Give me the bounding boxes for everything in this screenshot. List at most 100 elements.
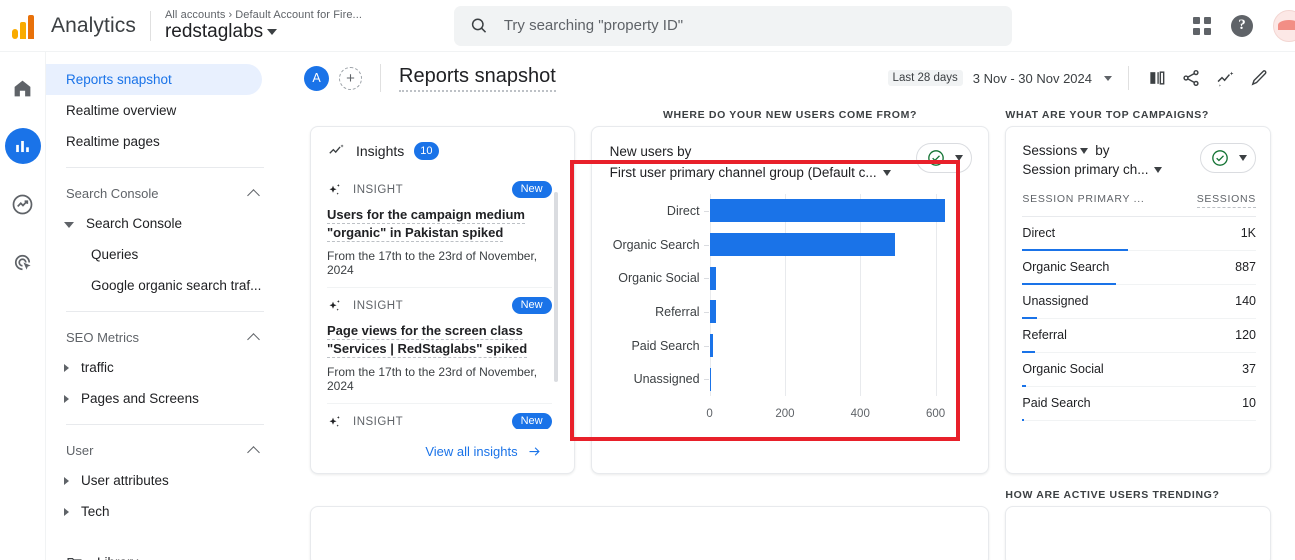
- sidebar-item-search-console[interactable]: Search Console: [46, 208, 286, 239]
- sidebar-item-library[interactable]: Library: [46, 545, 286, 560]
- help-circle-icon[interactable]: ?: [1231, 15, 1253, 37]
- header-actions: ?: [1193, 10, 1295, 42]
- sidebar-group-seo-metrics[interactable]: SEO Metrics: [46, 322, 286, 352]
- chart-bar-row[interactable]: Direct: [710, 199, 955, 222]
- cards-row: Insights 10: [310, 126, 1271, 474]
- dimension-selector[interactable]: First user primary channel group (Defaul…: [610, 165, 891, 180]
- chart-bar-row[interactable]: Paid Search: [710, 334, 955, 357]
- green-check-circle-icon: [1210, 148, 1230, 168]
- report-avatar[interactable]: A: [304, 66, 329, 91]
- list-item[interactable]: INSIGHT New Page views for the screen cl…: [327, 288, 552, 404]
- chart-bar-row[interactable]: Organic Search: [710, 233, 955, 256]
- table-row[interactable]: Direct 1K: [1022, 217, 1256, 251]
- breadcrumb-root[interactable]: All accounts: [165, 9, 226, 21]
- list-item[interactable]: INSIGHT New Users for the campaign mediu…: [327, 172, 552, 288]
- sidebar-item-realtime-overview[interactable]: Realtime overview: [46, 95, 262, 126]
- status-badge: New: [512, 413, 552, 429]
- table-cell-dimension: Organic Search: [1022, 260, 1109, 274]
- sidebar-item-realtime-pages[interactable]: Realtime pages: [46, 126, 262, 157]
- section-label-top-campaigns: WHAT ARE YOUR TOP CAMPAIGNS?: [1005, 104, 1271, 126]
- sidebar-item-pages-and-screens[interactable]: Pages and Screens: [46, 383, 286, 414]
- apps-grid-icon[interactable]: [1193, 17, 1211, 35]
- chevron-down-icon: [1239, 155, 1247, 161]
- chart-bar-row[interactable]: Organic Social: [710, 267, 955, 290]
- global-search[interactable]: [454, 6, 1012, 46]
- comparison-button[interactable]: [1145, 66, 1169, 90]
- data-quality-chip[interactable]: [916, 143, 972, 173]
- table-row[interactable]: Paid Search 10: [1022, 387, 1256, 421]
- chart-bar[interactable]: [710, 300, 717, 323]
- rail-item-explore[interactable]: [5, 186, 41, 222]
- account-selector[interactable]: All accounts›Default Account for Fire...…: [165, 9, 362, 43]
- column-header-metric[interactable]: SESSIONS: [1197, 193, 1256, 208]
- share-button[interactable]: [1179, 66, 1203, 90]
- folder-icon: [66, 554, 83, 560]
- rail-item-reports[interactable]: [5, 128, 41, 164]
- sidebar-item-tech[interactable]: Tech: [46, 496, 286, 527]
- insights-card-footer: View all insights: [327, 429, 558, 473]
- table-row-content: Organic Search887: [1022, 260, 1256, 274]
- table-cell-metric: 10: [1242, 396, 1256, 410]
- insights-scrollbar[interactable]: [554, 192, 558, 382]
- new-users-bar-card: New users by First user primary channel …: [591, 126, 990, 474]
- sidebar-item-queries[interactable]: Queries: [46, 239, 286, 270]
- table-row[interactable]: Unassigned140: [1022, 285, 1256, 319]
- table-cell-metric: 1K: [1241, 226, 1256, 240]
- table-card-titles: Sessions by Session primary ch...: [1022, 143, 1162, 177]
- search-input[interactable]: [504, 17, 996, 34]
- edit-button[interactable]: [1247, 66, 1271, 90]
- axis-tick: [704, 245, 709, 246]
- sidebar-item-traffic[interactable]: traffic: [46, 352, 286, 383]
- sidebar-item-reports-snapshot[interactable]: Reports snapshot: [46, 64, 262, 95]
- table-cell-dimension: Paid Search: [1022, 396, 1090, 410]
- metric-label: Sessions: [1022, 143, 1077, 158]
- table-row[interactable]: Organic Social37: [1022, 353, 1256, 387]
- chart-bar[interactable]: [710, 368, 711, 391]
- insights-list[interactable]: INSIGHT New Users for the campaign mediu…: [327, 172, 558, 429]
- metric-selector[interactable]: New users by: [610, 144, 692, 161]
- insights-icon: [1215, 68, 1236, 89]
- user-avatar[interactable]: [1273, 10, 1295, 42]
- breadcrumb-account[interactable]: Default Account for Fire...: [235, 9, 362, 21]
- table-row[interactable]: Organic Search887: [1022, 251, 1256, 285]
- rail-item-advertising[interactable]: [5, 244, 41, 280]
- section-label-empty: [310, 104, 575, 126]
- insight-headline[interactable]: Users for the campaign medium "organic" …: [327, 207, 525, 242]
- x-axis-tick-label: 600: [926, 408, 945, 420]
- table-column-headers: SESSION PRIMARY ... SESSIONS: [1022, 193, 1256, 208]
- add-comparison-button[interactable]: +: [339, 67, 362, 90]
- data-quality-chip[interactable]: [1200, 143, 1256, 173]
- chevron-up-icon: [247, 446, 260, 459]
- sidebar-item-user-attributes[interactable]: User attributes: [46, 465, 286, 496]
- chart-bar[interactable]: [710, 199, 945, 222]
- chart-bar[interactable]: [710, 334, 713, 357]
- table-row-content: Paid Search 10: [1022, 396, 1256, 410]
- metric-selector[interactable]: Sessions by: [1022, 143, 1162, 158]
- table-cell-dimension: Direct: [1022, 226, 1055, 240]
- link-label: View all insights: [425, 444, 517, 459]
- table-row[interactable]: Referral120: [1022, 319, 1256, 353]
- dimension-selector[interactable]: Session primary ch...: [1022, 162, 1162, 177]
- property-name[interactable]: redstaglabs: [165, 21, 362, 43]
- chart-bar[interactable]: [710, 233, 895, 256]
- triangle-right-icon: [64, 395, 69, 403]
- date-range-picker[interactable]: 3 Nov - 30 Nov 2024: [973, 71, 1112, 86]
- chart-bar-row[interactable]: Unassigned: [710, 368, 955, 391]
- sidebar-group-search-console[interactable]: Search Console: [46, 178, 286, 208]
- table-row-content: Organic Social37: [1022, 362, 1256, 376]
- insight-headline[interactable]: Page views for the screen class "Service…: [327, 323, 527, 358]
- x-axis-tick-label: 200: [775, 408, 794, 420]
- sidebar-group-user[interactable]: User: [46, 435, 286, 465]
- insights-button[interactable]: [1213, 66, 1237, 90]
- category-label: Unassigned: [634, 372, 700, 386]
- chart-bar[interactable]: [710, 267, 717, 290]
- sidebar-item-label: Google organic search traf...: [91, 278, 261, 293]
- edit-pencil-icon: [1249, 68, 1269, 88]
- rail-item-home[interactable]: [5, 70, 41, 106]
- sidebar-item-google-organic-search-traffic[interactable]: Google organic search traf...: [46, 270, 286, 301]
- list-item[interactable]: INSIGHT New: [327, 404, 552, 429]
- chart-bar-row[interactable]: Referral: [710, 300, 955, 323]
- view-all-insights-link[interactable]: View all insights: [425, 444, 541, 459]
- top-campaigns-table-card: Sessions by Session primary ch...: [1005, 126, 1271, 474]
- reports-sidebar: Reports snapshot Realtime overview Realt…: [46, 52, 286, 560]
